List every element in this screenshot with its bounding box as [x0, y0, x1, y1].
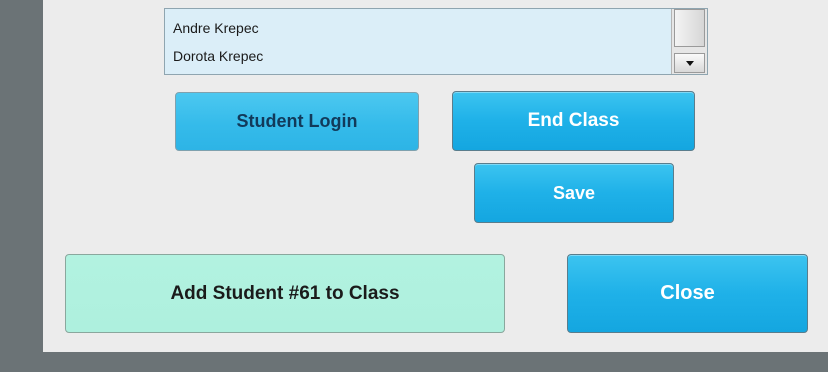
list-item[interactable]: Andre Krepec — [173, 20, 259, 36]
end-class-button[interactable]: End Class — [452, 91, 695, 151]
save-button[interactable]: Save — [474, 163, 674, 223]
list-scrollbar[interactable] — [671, 9, 707, 74]
close-button[interactable]: Close — [567, 254, 808, 333]
chevron-down-icon — [685, 60, 694, 66]
scrollbar-thumb[interactable] — [674, 9, 705, 47]
scroll-down-button[interactable] — [674, 53, 705, 73]
student-list[interactable]: Andre Krepec Dorota Krepec — [164, 8, 708, 75]
list-item[interactable]: Dorota Krepec — [173, 48, 263, 64]
student-login-button[interactable]: Student Login — [175, 92, 419, 151]
window-frame: Andre Krepec Dorota Krepec Student Login… — [0, 0, 828, 372]
add-student-button[interactable]: Add Student #61 to Class — [65, 254, 505, 333]
